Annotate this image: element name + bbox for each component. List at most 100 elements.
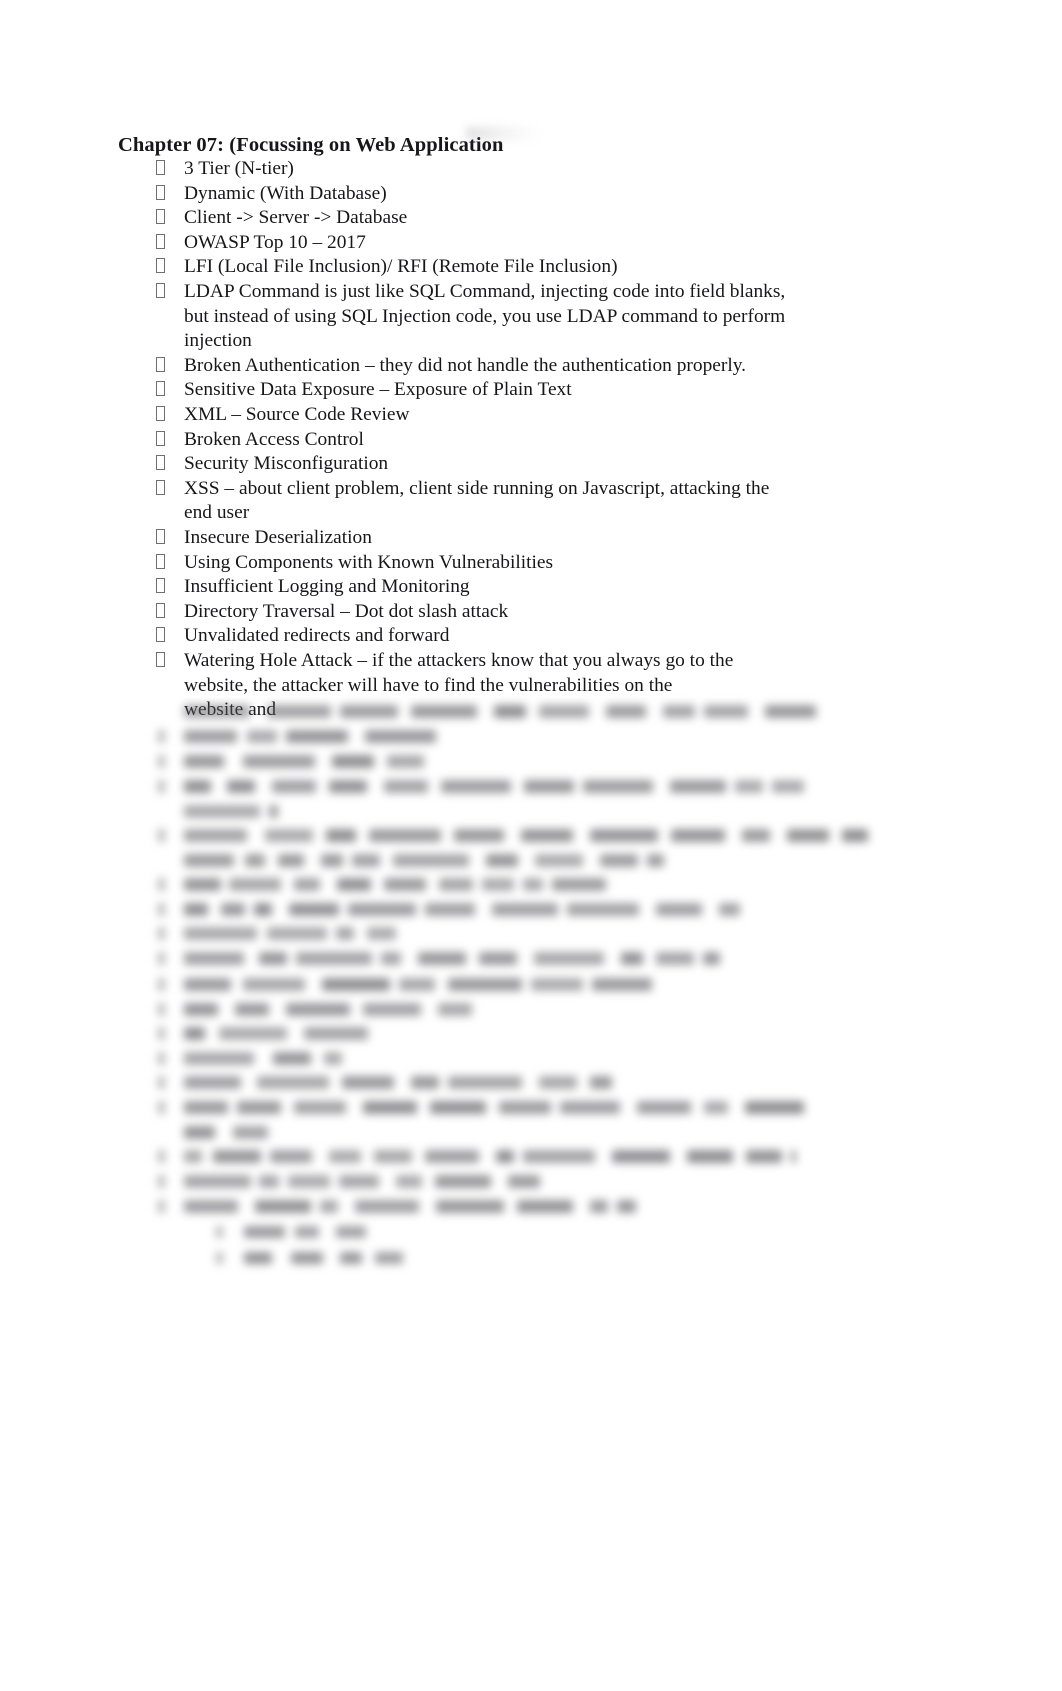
redacted-text-fragment xyxy=(184,755,224,768)
redacted-text-fragment xyxy=(742,829,770,842)
redacted-text-fragment xyxy=(243,978,305,991)
redacted-text-fragment xyxy=(535,854,583,867)
redacted-text-fragment xyxy=(387,755,424,768)
redacted-text-fragment xyxy=(339,1175,379,1188)
redacted-text-fragment xyxy=(229,878,281,891)
redacted-text-fragment xyxy=(272,780,316,793)
redacted-text-fragment xyxy=(265,829,313,842)
redacted-bullet-marker-icon xyxy=(158,1076,165,1089)
redacted-text-fragment xyxy=(270,1150,312,1163)
redacted-text-fragment xyxy=(320,1200,338,1213)
redacted-text-fragment xyxy=(539,1076,577,1089)
document-page: Chapter 07: (Focussing on Web Applicatio… xyxy=(0,0,1062,1691)
redacted-text-fragment xyxy=(439,878,473,891)
redacted-text-fragment xyxy=(499,1101,551,1114)
redacted-text-fragment xyxy=(384,780,428,793)
redacted-text-fragment xyxy=(617,1200,636,1213)
redacted-text-fragment xyxy=(184,878,221,891)
redacted-text-fragment xyxy=(294,878,320,891)
redacted-bullet-marker-icon xyxy=(216,1252,223,1264)
redacted-text-fragment xyxy=(612,1150,670,1163)
list-item-label: Unvalidated redirects and forward xyxy=(184,625,450,647)
redacted-text-fragment xyxy=(399,978,435,991)
redacted-text-fragment xyxy=(384,878,426,891)
redacted-text-fragment xyxy=(243,755,315,768)
redacted-bullet-marker-icon xyxy=(158,1150,165,1163)
redacted-text-fragment xyxy=(184,1200,238,1213)
redacted-text-fragment xyxy=(267,705,331,718)
redacted-bullet-marker-icon xyxy=(158,829,165,842)
redacted-text-fragment xyxy=(184,1027,205,1040)
redacted-text-fragment xyxy=(590,1076,612,1089)
redacted-text-fragment xyxy=(375,1252,403,1264)
redacted-text-fragment xyxy=(567,903,639,916)
redacted-text-fragment xyxy=(523,878,543,891)
redacted-bullet-marker-icon xyxy=(216,1226,223,1238)
redacted-text-fragment xyxy=(184,1076,241,1089)
redacted-text-fragment xyxy=(494,705,526,718)
redacted-text-fragment xyxy=(448,1076,522,1089)
redacted-bullet-marker-icon xyxy=(158,978,165,991)
redacted-bullet-marker-icon xyxy=(158,755,165,768)
redacted-text-fragment xyxy=(704,705,748,718)
redacted-text-fragment xyxy=(592,978,652,991)
redacted-text-fragment xyxy=(590,1200,608,1213)
redacted-text-fragment xyxy=(184,978,231,991)
redacted-text-fragment xyxy=(647,854,664,867)
redacted-text-fragment xyxy=(233,1126,268,1139)
list-item: Directory Traversal – Dot dot slash atta… xyxy=(156,600,856,625)
list-item-label: Directory Traversal – Dot dot slash atta… xyxy=(184,600,509,622)
redacted-bullet-marker-icon xyxy=(158,730,165,743)
redacted-text-fragment xyxy=(374,1150,412,1163)
redacted-text-fragment xyxy=(329,1150,361,1163)
redacted-text-fragment xyxy=(324,1052,342,1065)
redacted-text-fragment xyxy=(534,952,604,965)
redacted-text-fragment xyxy=(418,952,466,965)
redacted-text-fragment xyxy=(703,952,720,965)
redacted-text-fragment xyxy=(255,1200,311,1213)
redacted-text-fragment xyxy=(765,705,816,718)
redacted-bullet-marker-icon xyxy=(158,1175,165,1188)
redacted-bullet-marker-icon xyxy=(158,878,165,891)
bullet-marker-icon xyxy=(156,624,178,649)
redacted-text-fragment xyxy=(365,730,436,743)
redacted-text-fragment xyxy=(486,854,518,867)
redacted-text-fragment xyxy=(363,1101,417,1114)
redacted-text-fragment xyxy=(304,1027,368,1040)
redacted-bullet-marker-icon xyxy=(158,903,165,916)
redacted-text-fragment xyxy=(237,1101,281,1114)
redacted-text-fragment xyxy=(184,805,260,818)
redacted-text-fragment xyxy=(531,978,583,991)
redacted-text-fragment xyxy=(340,1252,362,1264)
redacted-bullet-marker-icon xyxy=(158,780,165,793)
redacted-text-fragment xyxy=(583,780,653,793)
redacted-text-fragment xyxy=(441,780,511,793)
redacted-text-fragment xyxy=(184,730,237,743)
redacted-text-fragment xyxy=(289,903,339,916)
list-item: Unvalidated redirects and forward xyxy=(156,624,856,649)
redacted-text-fragment xyxy=(219,1027,287,1040)
redacted-text-fragment xyxy=(448,978,522,991)
redacted-text-fragment xyxy=(184,903,208,916)
redacted-text-fragment xyxy=(322,978,390,991)
redacted-bullet-marker-icon xyxy=(158,1027,165,1040)
redacted-text-fragment xyxy=(396,1175,422,1188)
redacted-text-fragment xyxy=(621,952,643,965)
redacted-text-fragment xyxy=(184,1175,251,1188)
redacted-text-fragment xyxy=(656,952,694,965)
redacted-text-fragment xyxy=(184,1150,202,1163)
redacted-text-fragment xyxy=(704,1101,728,1114)
redacted-text-fragment xyxy=(355,1200,419,1213)
redacted-text-fragment xyxy=(430,1101,486,1114)
redacted-text-fragment xyxy=(560,1101,620,1114)
redacted-text-fragment xyxy=(227,780,255,793)
redacted-text-fragment xyxy=(508,1175,540,1188)
redacted-text-fragment xyxy=(348,903,416,916)
redacted-text-fragment xyxy=(244,1226,285,1238)
redacted-bullet-marker-icon xyxy=(158,1003,165,1016)
redacted-text-fragment xyxy=(482,878,514,891)
redacted-text-fragment xyxy=(671,829,725,842)
redacted-text-fragment xyxy=(590,829,658,842)
redacted-text-fragment xyxy=(735,780,763,793)
redacted-text-fragment xyxy=(606,705,646,718)
